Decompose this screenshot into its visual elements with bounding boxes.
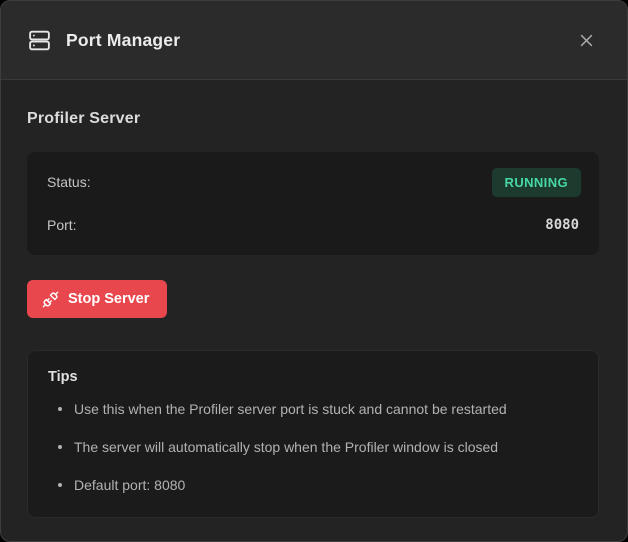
status-row: Status: RUNNING [47, 167, 581, 197]
window-title: Port Manager [66, 30, 180, 51]
close-icon [578, 32, 595, 49]
tips-list: Use this when the Profiler server port i… [48, 399, 578, 495]
stop-server-label: Stop Server [68, 291, 149, 307]
stop-server-button[interactable]: Stop Server [27, 280, 167, 318]
tips-box: Tips Use this when the Profiler server p… [27, 350, 599, 518]
tips-heading: Tips [48, 369, 578, 385]
port-manager-dialog: Port Manager Profiler Server Status: RUN… [0, 0, 628, 542]
port-value: 8080 [545, 217, 581, 233]
title-bar: Port Manager [1, 1, 627, 80]
tip-item: Use this when the Profiler server port i… [48, 399, 578, 419]
tip-item: Default port: 8080 [48, 475, 578, 495]
port-label: Port: [47, 217, 77, 233]
unplug-icon [42, 291, 59, 308]
tip-item: The server will automatically stop when … [48, 437, 578, 457]
close-button[interactable] [567, 21, 605, 59]
section-heading: Profiler Server [27, 110, 597, 128]
status-panel: Status: RUNNING Port: 8080 [27, 152, 599, 255]
server-icon [27, 28, 52, 53]
status-label: Status: [47, 174, 91, 190]
dialog-content: Profiler Server Status: RUNNING Port: 80… [1, 80, 627, 541]
port-row: Port: 8080 [47, 210, 581, 240]
status-badge: RUNNING [492, 168, 581, 197]
